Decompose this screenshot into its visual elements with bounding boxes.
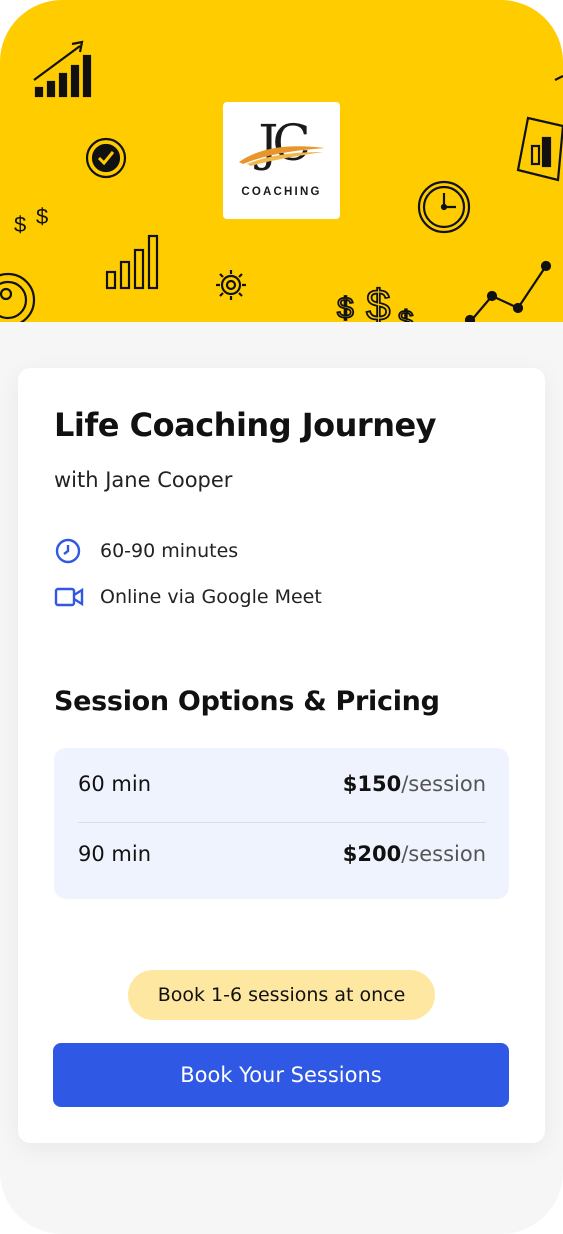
price-option: 60 min $150/session <box>78 772 486 796</box>
svg-text:$: $ <box>14 212 26 237</box>
pricing-divider <box>78 822 486 823</box>
coach-name: with Jane Cooper <box>54 468 233 492</box>
price-duration: 60 min <box>78 772 151 796</box>
bar-chart-icon <box>516 75 563 182</box>
price-duration: 90 min <box>78 842 151 866</box>
booking-note-badge: Book 1-6 sessions at once <box>128 970 435 1020</box>
book-sessions-button[interactable]: Book Your Sessions <box>53 1043 509 1107</box>
location-detail: Online via Google Meet <box>54 581 322 613</box>
dollar-icon: $ $ <box>14 204 48 237</box>
logo-swoosh-icon <box>239 146 325 166</box>
gear-icon <box>216 270 246 300</box>
duration-detail: 60-90 minutes <box>54 535 238 567</box>
page-title: Life Coaching Journey <box>54 406 437 444</box>
price-unit: /session <box>401 772 486 796</box>
price-unit: /session <box>401 842 486 866</box>
price-amount: $150 <box>342 772 402 796</box>
duration-text: 60-90 minutes <box>100 540 239 562</box>
location-text: Online via Google Meet <box>100 586 322 608</box>
badge-check-icon <box>85 137 127 179</box>
dollar-icon: $ $ $ <box>336 280 415 322</box>
svg-text:$: $ <box>36 204 48 229</box>
line-chart-icon <box>464 260 552 322</box>
app-screen: $ $ $ $ $ JC COACHING Life Coaching Jour… <box>0 0 563 1234</box>
price-value: $200/session <box>343 842 486 866</box>
brand-logo: JC COACHING <box>223 102 340 219</box>
video-camera-icon <box>54 581 86 613</box>
clock-icon <box>417 180 471 234</box>
bar-chart-icon <box>33 40 92 98</box>
pricing-table: 60 min $150/session 90 min $200/session <box>54 748 509 899</box>
price-option: 90 min $200/session <box>78 842 486 866</box>
price-amount: $200 <box>342 842 402 866</box>
price-value: $150/session <box>343 772 486 796</box>
svg-text:$: $ <box>366 281 390 322</box>
svg-text:$: $ <box>337 292 354 322</box>
svg-text:$: $ <box>398 305 414 322</box>
clock-icon <box>54 535 86 567</box>
bar-chart-icon <box>105 234 159 290</box>
logo-wordmark: COACHING <box>241 186 322 198</box>
session-card: Life Coaching Journey with Jane Cooper 6… <box>18 368 545 1143</box>
hero-banner: $ $ $ $ $ JC COACHING <box>0 0 563 322</box>
pricing-title: Session Options & Pricing <box>54 686 440 717</box>
